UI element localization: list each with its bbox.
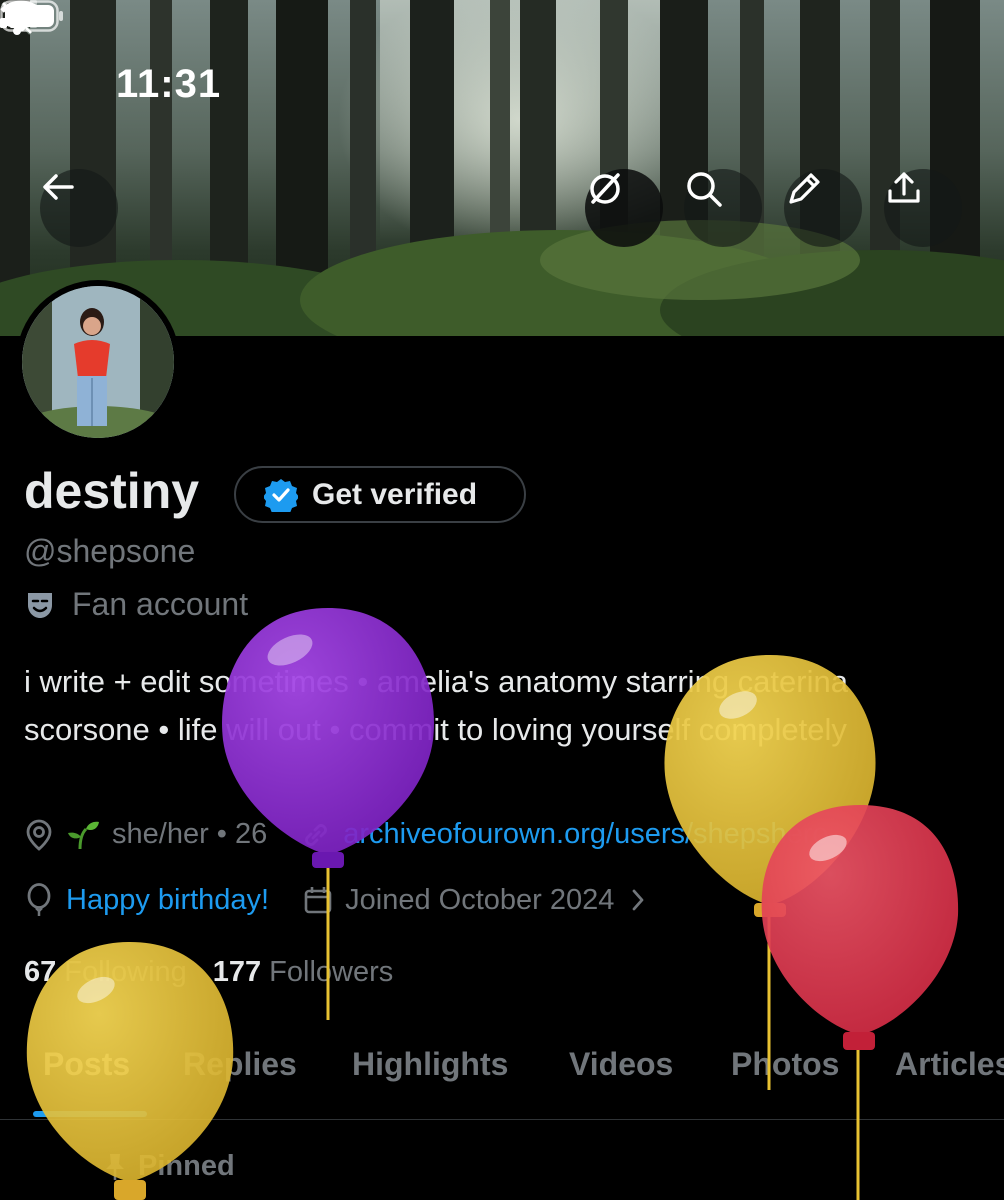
profile-category: Fan account xyxy=(24,586,248,623)
pinned-label: Pinned xyxy=(138,1150,235,1182)
joined-item[interactable]: Joined October 2024 xyxy=(303,884,646,917)
joined-date: Joined October 2024 xyxy=(345,883,615,916)
battery-icon xyxy=(0,0,63,32)
get-verified-label: Get verified xyxy=(312,477,478,511)
birthday-label: Happy birthday! xyxy=(66,883,270,916)
verified-badge-icon xyxy=(264,478,298,512)
profile-banner[interactable]: 11:31 xyxy=(0,0,1004,336)
tab-highlights[interactable]: Highlights xyxy=(352,1046,508,1083)
followers-count: 177 xyxy=(212,956,262,988)
forest-image xyxy=(0,0,1004,336)
share-icon xyxy=(888,172,920,203)
bio-line: scorsone • life will out • commit to lov… xyxy=(24,712,847,747)
tab-replies[interactable]: Replies xyxy=(183,1046,297,1083)
link-icon xyxy=(305,823,328,846)
display-name: destiny xyxy=(24,463,200,519)
followers-label: Followers xyxy=(269,956,394,988)
location-item: she/her • 26 xyxy=(24,818,267,851)
search-icon xyxy=(687,172,722,207)
pronouns-age: she/her • 26 xyxy=(112,818,268,850)
edit-icon xyxy=(789,173,820,204)
get-verified-button[interactable]: Get verified xyxy=(234,466,526,523)
back-button[interactable] xyxy=(40,169,118,247)
user-handle: @shepsone xyxy=(24,533,196,569)
status-time: 11:31 xyxy=(116,62,222,106)
balloon-icon xyxy=(27,883,51,916)
grok-button[interactable] xyxy=(585,169,663,247)
share-button[interactable] xyxy=(884,169,962,247)
search-button[interactable] xyxy=(684,169,762,247)
tabs-divider xyxy=(0,1119,1004,1120)
following-count: 67 xyxy=(24,956,57,988)
bio-line: i write + edit sometimes • amelia's anat… xyxy=(24,664,848,699)
tab-articles[interactable]: Articles xyxy=(895,1046,1004,1083)
back-arrow-icon xyxy=(43,174,74,200)
calendar-icon xyxy=(304,887,332,914)
sprout-icon xyxy=(68,821,99,849)
website-item[interactable]: archiveofourown.org/users/shepshero xyxy=(301,818,828,851)
avatar[interactable] xyxy=(16,280,180,444)
following-label: Following xyxy=(64,956,187,988)
pinned-header: Pinned xyxy=(102,1150,235,1183)
avatar-photo xyxy=(22,286,174,438)
profile-meta-row: Happy birthday! Joined October 2024 xyxy=(24,883,646,917)
theater-mask-icon xyxy=(28,592,52,618)
followers-link[interactable]: 177 Followers xyxy=(213,956,393,989)
following-link[interactable]: 67 Following xyxy=(24,956,187,989)
location-icon xyxy=(26,819,52,851)
tab-posts[interactable]: Posts xyxy=(43,1046,130,1083)
category-label: Fan account xyxy=(72,586,249,622)
grok-icon xyxy=(590,173,620,204)
active-tab-indicator xyxy=(33,1111,147,1117)
profile-meta-row: she/her • 26 archiveofourown.org/users/s… xyxy=(24,818,828,851)
chevron-right-icon xyxy=(632,889,644,911)
website-link[interactable]: archiveofourown.org/users/shepshero xyxy=(343,818,828,851)
birthday-item: Happy birthday! xyxy=(24,883,269,917)
profile-tabs: Posts Replies Highlights Videos Photos A… xyxy=(0,1040,1004,1120)
follow-stats: 67 Following 177 Followers xyxy=(24,956,393,989)
balloon-red xyxy=(761,805,959,1200)
pin-icon xyxy=(106,1153,124,1180)
edit-profile-button[interactable] xyxy=(784,169,862,247)
profile-bio: i write + edit sometimes • amelia's anat… xyxy=(24,658,994,754)
tab-photos[interactable]: Photos xyxy=(731,1046,839,1083)
tab-videos[interactable]: Videos xyxy=(569,1046,673,1083)
